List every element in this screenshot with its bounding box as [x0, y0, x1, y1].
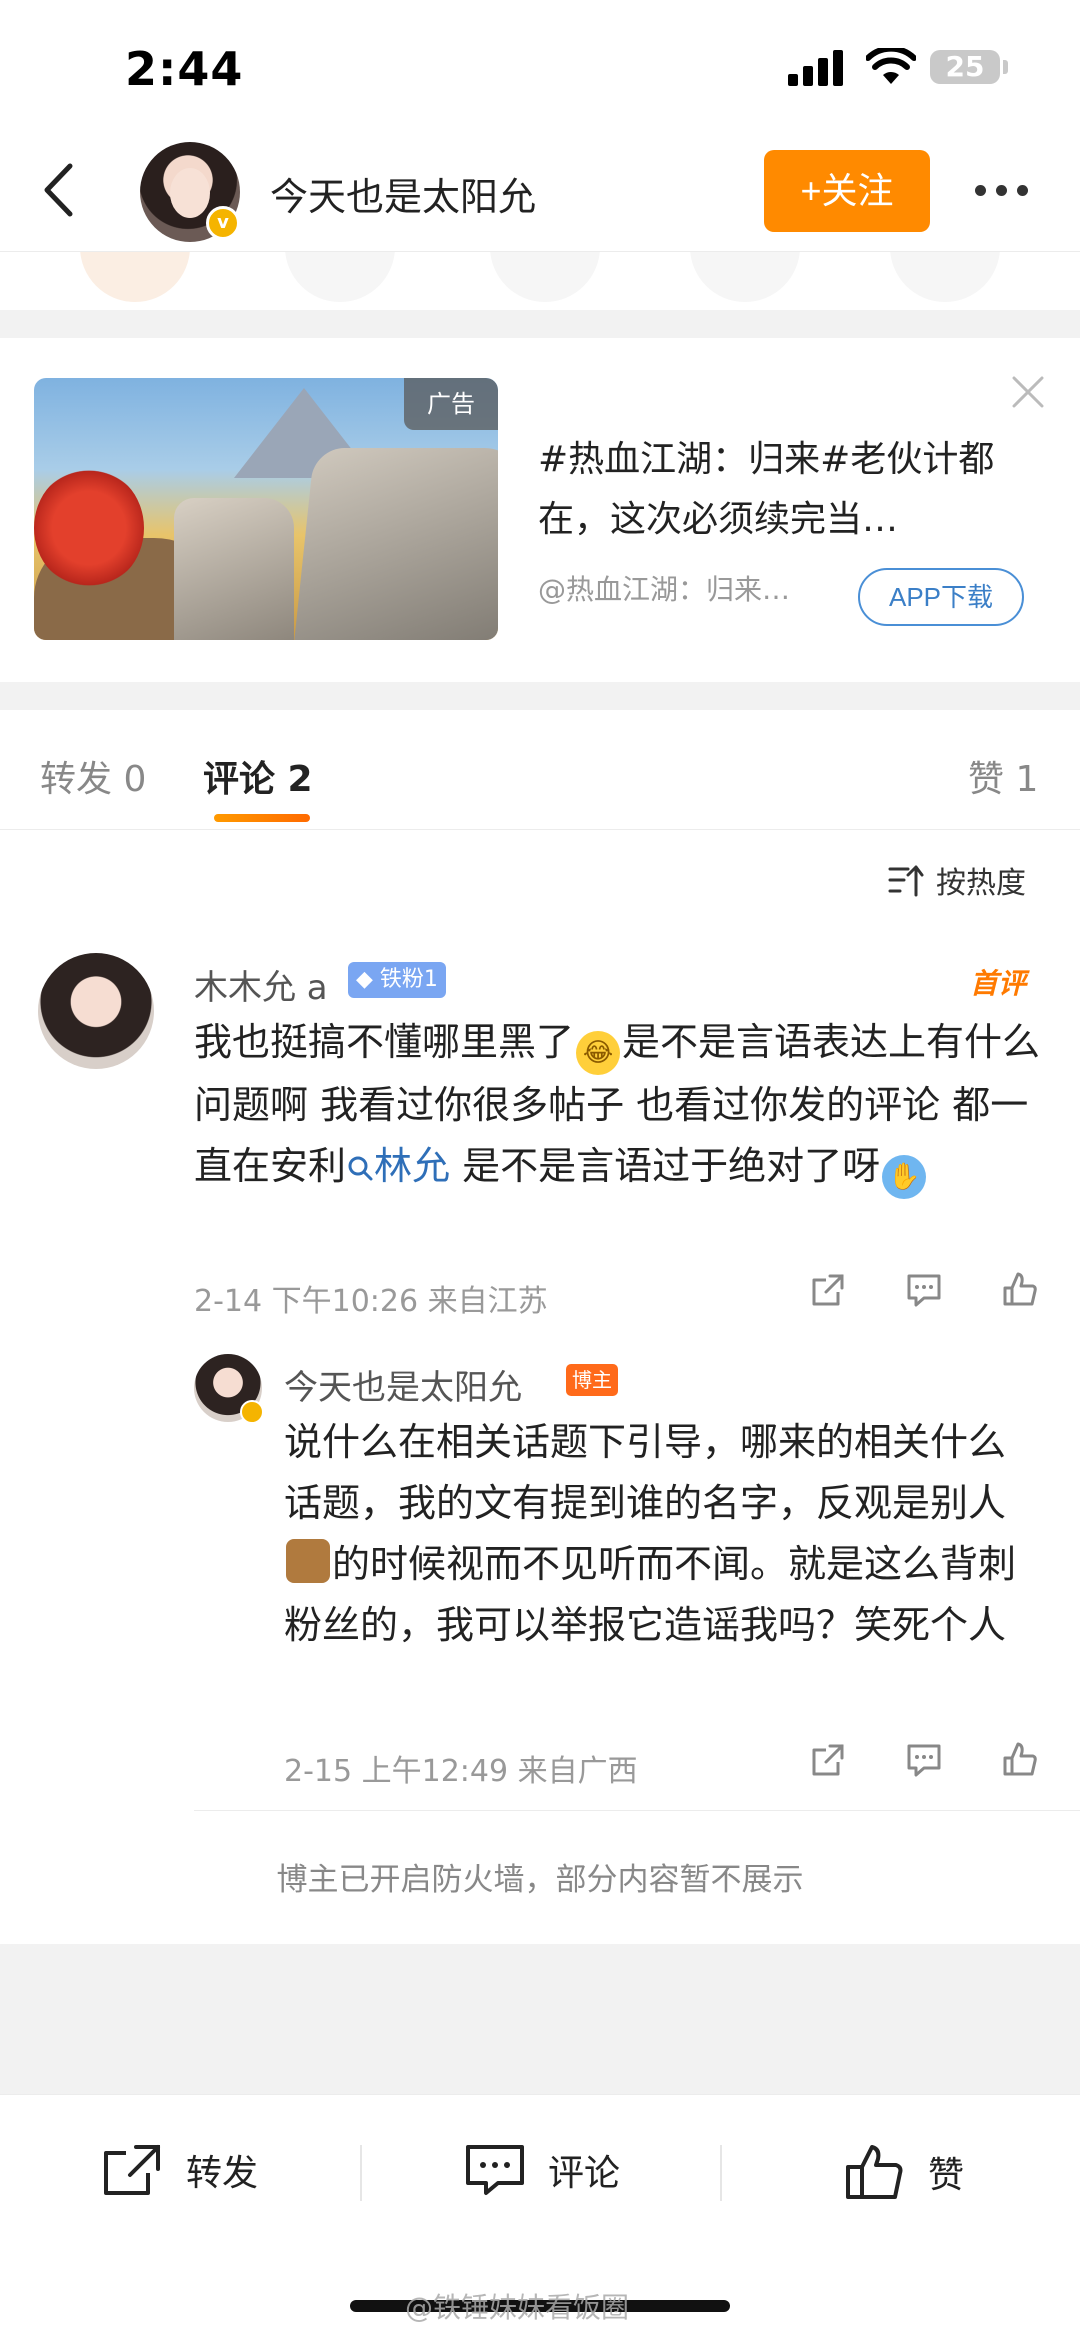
- topic-link[interactable]: 林允: [346, 1144, 450, 1188]
- like-icon: [846, 2145, 903, 2199]
- tab-repost[interactable]: 转发 0: [40, 750, 146, 802]
- repost-button[interactable]: 转发: [102, 2143, 258, 2197]
- blogger-badge: 博主: [566, 1364, 618, 1396]
- comment-text: 我也挺搞不懂哪里黑了 😂 是不是言语表达上有什么问题啊 我看过你很多帖子 也看过你发…: [194, 1012, 1044, 1199]
- reply-actions: [808, 1740, 1040, 1780]
- tab-bar: 转发 0 评论 2 赞 1: [0, 710, 1080, 830]
- sort-button[interactable]: 按热度: [888, 858, 1026, 902]
- more-icon[interactable]: [975, 170, 1045, 210]
- comment-author[interactable]: 木木允 a: [194, 960, 328, 1009]
- follow-button[interactable]: +关注: [764, 150, 930, 232]
- fan-badge: ◆ 铁粉1: [348, 962, 446, 998]
- status-bar: 2:44 25: [0, 0, 1080, 130]
- app-download-button[interactable]: APP下载: [858, 568, 1024, 626]
- chevron-left-icon: [44, 163, 73, 217]
- wifi-icon: [866, 48, 916, 84]
- nav-bar: v 今天也是太阳允 +关注: [0, 130, 1080, 252]
- tab-like[interactable]: 赞 1: [968, 750, 1038, 802]
- separator: [360, 2145, 362, 2201]
- separator: [720, 2145, 722, 2201]
- page-title: 今天也是太阳允: [270, 175, 537, 219]
- like-icon[interactable]: [1000, 1740, 1040, 1780]
- horse-emoji-icon: [286, 1539, 330, 1583]
- sort-icon: [888, 865, 924, 897]
- verified-icon: [240, 1400, 264, 1424]
- reply-text: 说什么在相关话题下引导，哪来的相关什么话题，我的文有提到谁的名字，反观是别人的时…: [284, 1420, 1017, 1647]
- share-icon[interactable]: [808, 1270, 848, 1310]
- reply-author[interactable]: 今天也是太阳允: [284, 1360, 522, 1409]
- firewall-note: 博主已开启防火墙，部分内容暂不展示: [276, 1862, 804, 1898]
- tab-comment[interactable]: 评论 2: [203, 750, 313, 802]
- comment-avatar[interactable]: [38, 953, 154, 1069]
- comment-actions: [808, 1270, 1040, 1310]
- comment-button[interactable]: 评论: [464, 2143, 620, 2197]
- search-icon: [348, 1156, 373, 1181]
- sort-label: 按热度: [936, 866, 1026, 901]
- laughing-emoji-icon: 😂: [576, 1031, 621, 1075]
- comment-meta: 2-14 下午10:26 来自江苏: [194, 1284, 548, 1319]
- salute-emoji-icon: ✋: [882, 1155, 927, 1199]
- reply-icon[interactable]: [904, 1270, 944, 1310]
- close-icon[interactable]: [1010, 374, 1046, 410]
- reply-icon[interactable]: [904, 1740, 944, 1780]
- share-icon: [104, 2145, 160, 2195]
- ad-image[interactable]: 广告: [34, 378, 498, 640]
- like-icon[interactable]: [1000, 1270, 1040, 1310]
- ad-text[interactable]: #热血江湖：归来#老伙计都在，这次必须续完当…: [538, 430, 1018, 550]
- reply-meta: 2-15 上午12:49 来自广西: [284, 1754, 638, 1789]
- ad-source: @热血江湖：归来…: [538, 573, 791, 606]
- battery-icon: 25: [930, 50, 1000, 84]
- empty-area: [0, 1944, 1080, 2094]
- faded-header-row: [0, 252, 1080, 310]
- like-button[interactable]: 赞: [844, 2143, 964, 2201]
- divider-gap: [0, 310, 1080, 338]
- tab-underline: [214, 814, 310, 822]
- back-button[interactable]: [28, 158, 88, 222]
- top-comment-badge: 首评: [970, 967, 1027, 1000]
- ad-tag: 广告: [404, 378, 498, 430]
- comment-icon: [466, 2145, 524, 2195]
- divider: [194, 1810, 1080, 1811]
- watermark: @铁锤妹妹看饭圈: [405, 2291, 630, 2324]
- share-icon[interactable]: [808, 1740, 848, 1780]
- status-time: 2:44: [125, 42, 244, 96]
- verified-icon: v: [206, 206, 240, 240]
- divider-gap: [0, 682, 1080, 710]
- signal-icon: [788, 50, 843, 86]
- battery-tip: [1003, 60, 1008, 74]
- ad-card[interactable]: 广告 #热血江湖：归来#老伙计都在，这次必须续完当… @热血江湖：归来… APP…: [0, 338, 1080, 682]
